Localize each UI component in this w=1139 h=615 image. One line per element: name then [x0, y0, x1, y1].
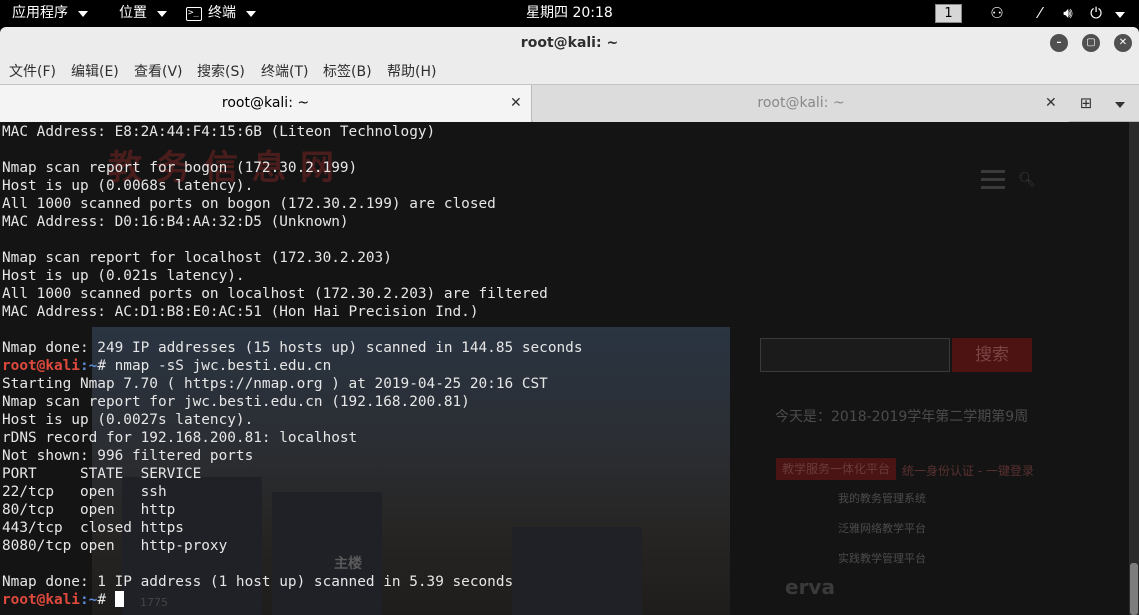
terminal-output-line: 8080/tcp open http-proxy: [2, 538, 228, 554]
terminal-output-line: MAC Address: AC:D1:B8:E0:AC:51 (Hon Hai …: [2, 304, 479, 320]
terminal-command-line: root@kali:~#: [2, 591, 582, 609]
prompt-path: :~: [79, 358, 98, 374]
new-tab-button[interactable]: ⊞: [1076, 93, 1096, 113]
places-menu[interactable]: 位置: [119, 0, 167, 27]
bg-search-input: [760, 338, 950, 372]
menu-terminal[interactable]: 终端(T): [261, 59, 308, 85]
prompt-user: root@kali: [2, 358, 80, 374]
clock-label: 星期四 20:18: [526, 5, 613, 21]
power-icon[interactable]: ⏻: [1086, 0, 1106, 27]
terminal-app-menu[interactable]: >_ 终端: [186, 0, 256, 27]
bg-link-1: 我的教务管理系统: [838, 492, 926, 505]
terminal-output-line: Nmap scan report for jwc.besti.edu.cn (1…: [2, 394, 470, 410]
tab-bar: root@kali: ~ ✕ root@kali: ~ ✕ ⊞: [0, 84, 1139, 122]
bg-search-button: 搜索: [952, 338, 1032, 372]
tab-close-icon[interactable]: ✕: [1045, 85, 1057, 122]
prompt-path: :~: [79, 592, 98, 608]
terminal-output-line: 443/tcp closed https: [2, 520, 184, 536]
system-menu-chevron-icon[interactable]: [1110, 0, 1126, 27]
terminal-output-line: MAC Address: D0:16:B4:AA:32:D5 (Unknown): [2, 214, 349, 230]
scrollbar-thumb[interactable]: [1130, 563, 1138, 615]
applications-menu[interactable]: 应用程序: [12, 0, 88, 27]
bg-date-text: 今天是：2018-2019学年第二学期第9周: [775, 409, 1029, 425]
terminal-output-line: MAC Address: E8:2A:44:F4:15:6B (Liteon T…: [2, 124, 436, 140]
terminal-output-line: Nmap scan report for localhost (172.30.2…: [2, 250, 392, 266]
people-icon[interactable]: ⚇: [986, 0, 1008, 27]
prompt-user: root@kali: [2, 592, 80, 608]
command-text: nmap -sS jwc.besti.edu.cn: [114, 358, 332, 374]
tab-terminal-1[interactable]: root@kali: ~ ✕: [0, 85, 532, 122]
volume-icon[interactable]: 🔊︎: [1058, 0, 1078, 27]
terminal-command-line: root@kali:~# nmap -sS jwc.besti.edu.cn: [2, 358, 332, 374]
maximize-button[interactable]: ▢: [1082, 34, 1100, 52]
close-window-button[interactable]: ✕: [1114, 34, 1132, 52]
chevron-down-icon: [246, 10, 256, 17]
terminal-scrollbar[interactable]: [1129, 122, 1139, 615]
menu-help[interactable]: 帮助(H): [387, 59, 436, 85]
places-menu-label: 位置: [119, 5, 147, 21]
menu-search[interactable]: 搜索(S): [197, 59, 245, 85]
workspace-indicator[interactable]: 1: [935, 4, 962, 23]
terminal-output-line: rDNS record for 192.168.200.81: localhos…: [2, 430, 358, 446]
terminal-output: MAC Address: E8:2A:44:F4:15:6B (Liteon T…: [2, 123, 582, 609]
terminal-output-line: 22/tcp open ssh: [2, 484, 167, 500]
terminal-view[interactable]: 教务信息网 🔍︎ 主楼 搜索 今天是：2018-2019学年第二学期第9周 教学…: [0, 122, 1139, 615]
clock[interactable]: 星期四 20:18: [526, 0, 613, 27]
terminal-output-line: Host is up (0.0027s latency).: [2, 412, 254, 428]
terminal-output-line: 80/tcp open http: [2, 502, 176, 518]
bg-platform-tag: 教学服务一体化平台: [776, 458, 897, 480]
menu-file[interactable]: 文件(F): [9, 59, 56, 85]
tab-list-chevron-icon[interactable]: [1110, 93, 1130, 113]
terminal-output-line: Host is up (0.021s latency).: [2, 268, 245, 284]
bg-link-3: 实践教学管理平台: [838, 552, 926, 565]
top-panel: 应用程序 位置 >_ 终端 星期四 20:18 1 ⚇ ⁄ 🔊︎ ⏻: [0, 0, 1139, 27]
chevron-down-icon: [157, 10, 167, 17]
tab-terminal-2[interactable]: root@kali: ~ ✕: [533, 85, 1069, 122]
terminal-cursor[interactable]: [114, 591, 124, 607]
menu-edit[interactable]: 编辑(E): [71, 59, 119, 85]
tab-label: root@kali: ~: [221, 95, 310, 111]
tab-label: root@kali: ~: [757, 95, 845, 111]
hamburger-icon: [981, 170, 1005, 194]
minimize-button[interactable]: –: [1050, 34, 1068, 52]
terminal-output-line: Nmap scan report for bogon (172.30.2.199…: [2, 160, 358, 176]
terminal-output-line: Nmap done: 249 IP addresses (15 hosts up…: [2, 340, 583, 356]
menu-view[interactable]: 查看(V): [134, 59, 183, 85]
terminal-output-line: Host is up (0.0068s latency).: [2, 178, 254, 194]
terminal-output-line: All 1000 scanned ports on localhost (172…: [2, 286, 548, 302]
terminal-output-line: Starting Nmap 7.70 ( https://nmap.org ) …: [2, 376, 548, 392]
terminal-output-line: PORT STATE SERVICE: [2, 466, 202, 482]
bg-logo-text: erva: [785, 575, 835, 599]
terminal-app-menu-label: 终端: [208, 5, 236, 21]
search-icon: 🔍︎: [1018, 172, 1036, 188]
menu-tabs[interactable]: 标签(B): [323, 59, 372, 85]
terminal-output-line: Not shown: 996 filtered ports: [2, 448, 254, 464]
tab-close-icon[interactable]: ✕: [510, 85, 522, 122]
window-title: root@kali: ~: [520, 35, 619, 51]
network-icon[interactable]: ⁄: [1030, 0, 1050, 27]
terminal-icon: >_: [186, 6, 202, 21]
chevron-down-icon: [78, 10, 88, 17]
window-titlebar[interactable]: root@kali: ~ – ▢ ✕: [0, 27, 1139, 59]
terminal-output-line: All 1000 scanned ports on bogon (172.30.…: [2, 196, 496, 212]
bg-link-2: 泛雅网络教学平台: [838, 522, 926, 535]
terminal-output-line: Nmap done: 1 IP address (1 host up) scan…: [2, 574, 514, 590]
bg-auth-text: 统一身份认证 - 一键登录: [902, 464, 1034, 478]
applications-menu-label: 应用程序: [12, 5, 68, 21]
menubar: 文件(F) 编辑(E) 查看(V) 搜索(S) 终端(T) 标签(B) 帮助(H…: [0, 59, 1139, 84]
